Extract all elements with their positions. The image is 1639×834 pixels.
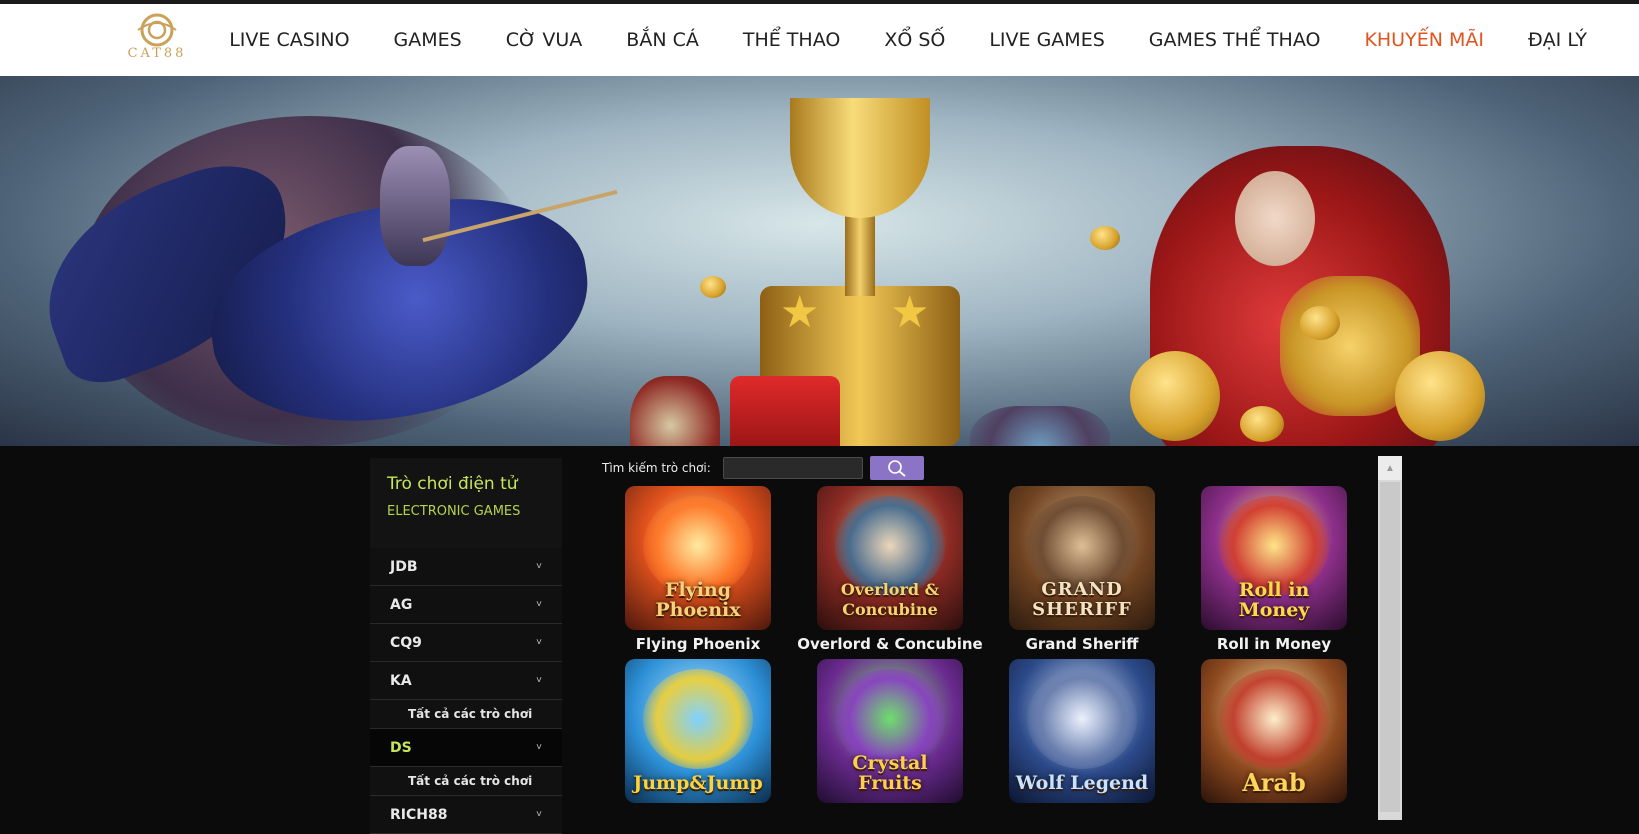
games-section: Trò chơi điện tử ELECTRONIC GAMES JDB ˅ … (0, 446, 1639, 834)
game-card-crystal-fruits[interactable]: Crystal Fruits (794, 659, 986, 808)
game-name: Grand Sheriff (1025, 635, 1139, 653)
scrollbar-thumb[interactable] (1380, 482, 1400, 812)
nav-khuyen-mai[interactable]: KHUYẾN MÃI (1364, 29, 1484, 51)
thumbnail-title: Arab (1242, 768, 1306, 797)
site-header: CAT88 LIVE CASINO GAMES CỜ VUA BẮN CÁ TH… (0, 4, 1639, 76)
characters-art (970, 406, 1110, 446)
nav-dai-ly[interactable]: ĐẠI LÝ (1528, 29, 1587, 51)
nav-live-games[interactable]: LIVE GAMES (989, 29, 1104, 51)
game-card-roll-in-money[interactable]: Roll in Money Roll in Money (1178, 486, 1370, 653)
trophy-stem-art (845, 216, 875, 296)
provider-ka[interactable]: KA ˅ (370, 662, 562, 700)
wolf-art (1027, 669, 1137, 769)
sidebar-header: Trò chơi điện tử ELECTRONIC GAMES (370, 458, 562, 548)
nav-games-the-thao[interactable]: GAMES THỂ THAO (1149, 29, 1321, 51)
game-thumbnail: GRAND SHERIFF (1009, 486, 1155, 630)
logo-text: CAT88 (127, 46, 187, 61)
slot-machine-art (730, 376, 840, 446)
arab-character-art (1219, 669, 1329, 769)
game-thumbnail: Arab (1201, 659, 1347, 803)
site-logo[interactable]: CAT88 (112, 12, 202, 72)
game-card-jump-and-jump[interactable]: Jump&Jump (602, 659, 794, 808)
thumbnail-title: Overlord & Concubine (840, 580, 940, 619)
coin-icon (1395, 351, 1485, 441)
game-thumbnail: Jump&Jump (625, 659, 771, 803)
game-thumbnail: Roll in Money (1201, 486, 1347, 630)
sidebar-title: Trò chơi điện tử (387, 474, 518, 494)
nav-ban-ca[interactable]: BẮN CÁ (626, 29, 699, 51)
chevron-down-icon: ˅ (536, 675, 542, 686)
game-thumbnail: Flying Phoenix (625, 486, 771, 630)
lady-head-art (1235, 171, 1315, 266)
coin-icon (1090, 226, 1120, 250)
thumbnail-title: Jump&Jump (633, 772, 763, 794)
game-search: Tìm kiếm trò chơi: (602, 456, 924, 480)
game-thumbnail: Wolf Legend (1009, 659, 1155, 803)
game-thumbnail: Crystal Fruits (817, 659, 963, 803)
search-label: Tìm kiếm trò chơi: (602, 461, 711, 475)
thumbnail-title: Crystal Fruits (852, 752, 928, 794)
sub-item-label: Tất cả các trò chơi (408, 707, 533, 721)
scroll-up-arrow-icon[interactable]: ▲ (1378, 456, 1402, 480)
game-thumbnail: Overlord & Concubine (817, 486, 963, 630)
robot-character-art (630, 376, 720, 446)
provider-rich88[interactable]: RICH88 ˅ (370, 796, 562, 834)
game-card-overlord-concubine[interactable]: Overlord & Concubine Overlord & Concubin… (794, 486, 986, 653)
chevron-down-icon: ˅ (536, 742, 542, 753)
chevron-down-icon: ˅ (536, 637, 542, 648)
game-card-flying-phoenix[interactable]: Flying Phoenix Flying Phoenix (602, 486, 794, 653)
chevron-down-icon: ˅ (536, 809, 542, 820)
sidebar-subtitle: ELECTRONIC GAMES (387, 504, 521, 519)
sub-item-label: Tất cả các trò chơi (408, 774, 533, 788)
provider-label: JDB (390, 558, 418, 575)
provider-ka-all-games[interactable]: Tất cả các trò chơi (370, 700, 562, 729)
game-name: Overlord & Concubine (797, 635, 983, 653)
provider-label: AG (390, 596, 413, 613)
provider-ds[interactable]: DS ˅ (370, 729, 562, 767)
nav-co-vua[interactable]: CỜ VUA (506, 29, 583, 51)
search-button[interactable] (869, 456, 924, 480)
cat88-logo-icon (137, 13, 177, 47)
star-icon: ★ (780, 288, 820, 337)
hero-banner: ★ ★ (0, 76, 1639, 446)
provider-sidebar: Trò chơi điện tử ELECTRONIC GAMES JDB ˅ … (370, 458, 562, 834)
nav-the-thao[interactable]: THỂ THAO (743, 29, 840, 51)
provider-label: RICH88 (390, 806, 448, 823)
chevron-down-icon: ˅ (536, 599, 542, 610)
game-grid: Flying Phoenix Flying Phoenix Overlord &… (602, 486, 1372, 808)
main-nav: LIVE CASINO GAMES CỜ VUA BẮN CÁ THỂ THAO… (229, 4, 1587, 76)
game-card-grand-sheriff[interactable]: GRAND SHERIFF Grand Sheriff (986, 486, 1178, 653)
coin-icon (1130, 351, 1220, 441)
nav-xo-so[interactable]: XỔ SỐ (884, 29, 945, 51)
provider-jdb[interactable]: JDB ˅ (370, 548, 562, 586)
thumbnail-title: Wolf Legend (1015, 772, 1149, 794)
chevron-down-icon: ˅ (536, 561, 542, 572)
provider-label: CQ9 (390, 634, 422, 651)
thumbnail-title: Flying Phoenix (655, 579, 741, 621)
star-icon: ★ (890, 288, 930, 337)
coin-icon (1300, 306, 1340, 340)
coin-icon (1240, 406, 1284, 442)
monster-character-art (643, 669, 753, 769)
game-name: Flying Phoenix (635, 635, 761, 653)
game-name: Roll in Money (1216, 635, 1332, 653)
coin-icon (700, 276, 726, 298)
trophy-cup-icon (790, 98, 930, 218)
search-input[interactable] (722, 457, 863, 479)
provider-cq9[interactable]: CQ9 ˅ (370, 624, 562, 662)
provider-label: DS (390, 739, 412, 756)
games-scrollbar[interactable]: ▲ (1378, 456, 1402, 820)
search-icon (887, 460, 906, 477)
game-card-wolf-legend[interactable]: Wolf Legend (986, 659, 1178, 808)
provider-label: KA (390, 672, 412, 689)
nav-games[interactable]: GAMES (394, 29, 462, 51)
provider-ds-all-games[interactable]: Tất cả các trò chơi (370, 767, 562, 796)
provider-ag[interactable]: AG ˅ (370, 586, 562, 624)
rider-art (380, 146, 450, 266)
nav-live-casino[interactable]: LIVE CASINO (229, 29, 349, 51)
thumbnail-title: GRAND SHERIFF (1032, 579, 1132, 620)
game-card-arab[interactable]: Arab (1178, 659, 1370, 808)
thumbnail-title: Roll in Money (1238, 579, 1310, 621)
